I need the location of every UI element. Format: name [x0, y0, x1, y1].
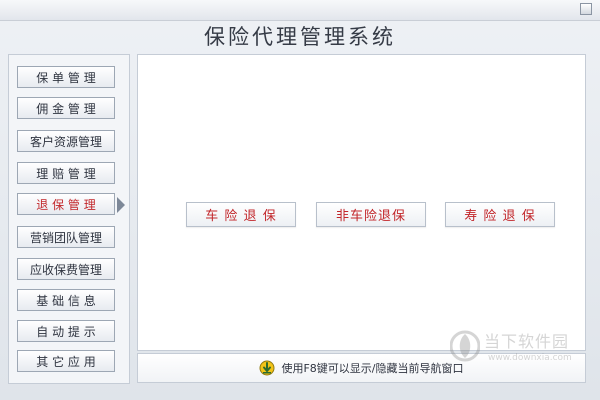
sidebar-item-commission[interactable]: 佣 金 管 理	[17, 97, 115, 119]
watermark-url: www.downxia.com	[488, 353, 572, 363]
non-auto-insurance-surrender-button[interactable]: 非车险退保	[316, 202, 426, 227]
sidebar-item-surrender[interactable]: 退 保 管 理	[17, 193, 115, 215]
main-panel: 车 险 退 保 非车险退保 寿 险 退 保	[137, 54, 586, 351]
window-topbar	[0, 0, 600, 21]
title-area: 保险代理管理系统	[0, 20, 600, 52]
sidebar-item-claims[interactable]: 理 赔 管 理	[17, 162, 115, 184]
status-hint-text: 使用F8键可以显示/隐藏当前导航窗口	[281, 362, 464, 375]
sidebar-item-sales-team[interactable]: 营销团队管理	[17, 226, 115, 248]
download-arrow-icon	[259, 360, 275, 376]
active-item-pointer-icon	[117, 197, 125, 213]
watermark: 当下软件园 www.downxia.com	[450, 326, 588, 376]
sidebar-item-other-apps[interactable]: 其 它 应 用	[17, 350, 115, 372]
auto-insurance-surrender-button[interactable]: 车 险 退 保	[186, 202, 296, 227]
navigation-sidebar: 保 单 管 理 佣 金 管 理 客户资源管理 理 赔 管 理 退 保 管 理 营…	[8, 54, 130, 384]
watermark-text: 当下软件园	[484, 332, 570, 351]
app-window: 保险代理管理系统 保 单 管 理 佣 金 管 理 客户资源管理 理 赔 管 理 …	[0, 0, 600, 400]
sidebar-item-basic-info[interactable]: 基 础 信 息	[17, 289, 115, 311]
life-insurance-surrender-button[interactable]: 寿 险 退 保	[445, 202, 555, 227]
sidebar-item-customers[interactable]: 客户资源管理	[17, 130, 115, 152]
close-icon[interactable]	[580, 3, 592, 15]
watermark-logo-icon	[450, 330, 480, 362]
sidebar-item-auto-reminder[interactable]: 自 动 提 示	[17, 320, 115, 342]
app-title: 保险代理管理系统	[204, 25, 396, 49]
sidebar-item-receivables[interactable]: 应收保费管理	[17, 258, 115, 280]
sidebar-item-policy[interactable]: 保 单 管 理	[17, 66, 115, 88]
